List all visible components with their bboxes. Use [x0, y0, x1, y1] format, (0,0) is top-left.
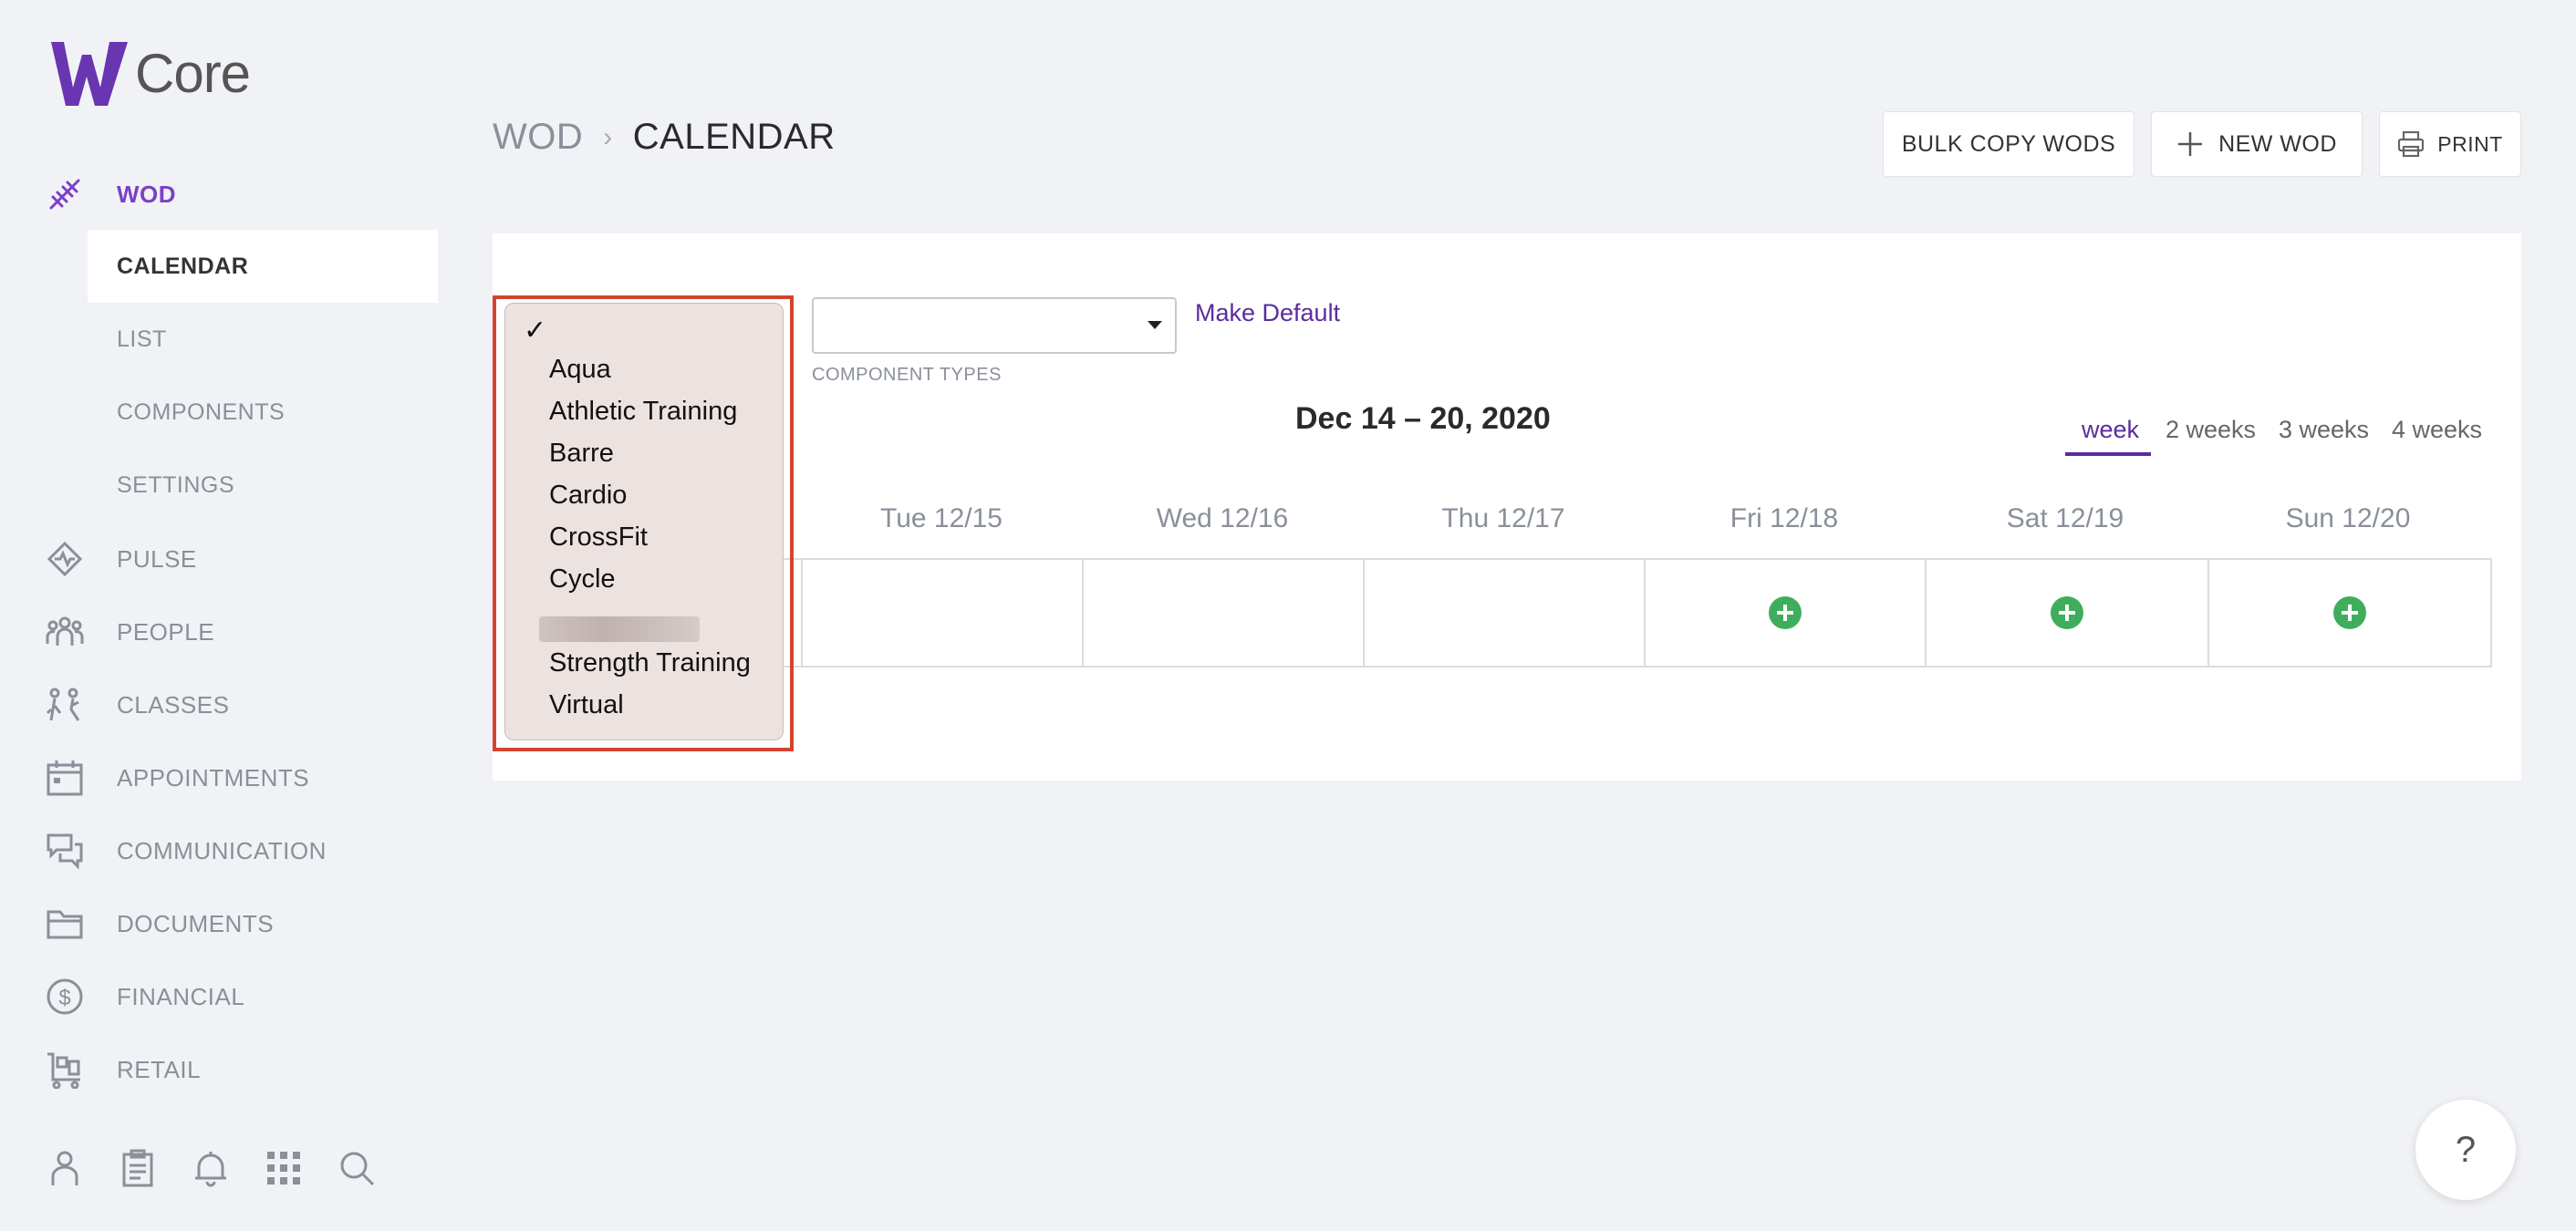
program-dropdown-menu[interactable]: ✓ Aqua Athletic Training Barre Cardio Cr… [504, 303, 784, 740]
sidebar-item-classes[interactable]: CLASSES [46, 682, 229, 728]
pulse-icon [46, 540, 84, 578]
add-wod-icon[interactable] [1769, 596, 1802, 629]
apps-grid-icon[interactable] [265, 1149, 303, 1187]
component-types-select[interactable] [812, 297, 1177, 354]
sidebar-item-financial[interactable]: $ FINANCIAL [46, 974, 244, 1019]
sidebar-item-label: COMMUNICATION [117, 836, 327, 864]
sidebar: Core WOD CALENDAR LIST COMPONENTS SETTIN… [0, 0, 456, 1231]
logo-text: Core [135, 42, 251, 104]
search-icon[interactable] [338, 1149, 376, 1187]
range-tab-2-weeks[interactable]: 2 weeks [2166, 416, 2256, 444]
profile-icon[interactable] [46, 1149, 84, 1187]
sidebar-sub-components[interactable]: COMPONENTS [88, 376, 438, 449]
day-cell-tue[interactable] [801, 558, 1084, 667]
date-range-title: Dec 14 – 20, 2020 [1295, 401, 1551, 436]
people-icon [46, 613, 84, 651]
folder-icon [46, 905, 84, 943]
sidebar-item-label: FINANCIAL [117, 982, 245, 1010]
sidebar-footer [46, 1149, 376, 1187]
component-types-label: COMPONENT TYPES [812, 365, 1002, 385]
sidebar-item-label: CLASSES [117, 690, 230, 719]
day-header: Sun 12/20 [2285, 503, 2411, 533]
checkmark-icon: ✓ [524, 316, 547, 346]
sidebar-sub-list[interactable]: LIST [88, 303, 438, 376]
new-wod-label: NEW WOD [2218, 130, 2337, 157]
sidebar-item-appointments[interactable]: APPOINTMENTS [46, 755, 309, 801]
caret-down-icon [1148, 321, 1162, 329]
clipboard-icon[interactable] [119, 1149, 157, 1187]
day-cell-wed[interactable] [1082, 558, 1365, 667]
logo-mark-icon [51, 42, 128, 106]
range-tab-week[interactable]: week [2082, 416, 2139, 444]
day-header: Fri 12/18 [1729, 503, 1839, 533]
range-tab-4-weeks[interactable]: 4 weeks [2392, 416, 2482, 444]
dollar-icon: $ [46, 978, 84, 1016]
sidebar-item-pulse[interactable]: PULSE [46, 536, 196, 582]
sidebar-sub-label: LIST [117, 326, 167, 352]
sidebar-sub-label: CALENDAR [117, 253, 249, 279]
dropdown-option[interactable]: Strength Training [549, 648, 751, 678]
bell-icon[interactable] [192, 1149, 230, 1187]
day-cell-sun[interactable] [2207, 558, 2492, 667]
day-cell-thu[interactable] [1363, 558, 1646, 667]
day-header: Thu 12/17 [1441, 503, 1565, 533]
sidebar-item-label: DOCUMENTS [117, 909, 275, 937]
sidebar-item-wod[interactable]: WOD [46, 171, 176, 217]
sidebar-item-documents[interactable]: DOCUMENTS [46, 901, 274, 947]
sidebar-item-communication[interactable]: COMMUNICATION [46, 828, 326, 874]
add-wod-icon[interactable] [2051, 596, 2083, 629]
sidebar-sub-label: SETTINGS [117, 471, 235, 498]
sidebar-item-retail[interactable]: RETAIL [46, 1047, 201, 1092]
sidebar-item-label: PEOPLE [117, 617, 215, 646]
app-logo[interactable]: Core [49, 36, 251, 109]
bulk-copy-wods-button[interactable]: BULK COPY WODS [1883, 111, 2135, 177]
sidebar-item-label: RETAIL [117, 1055, 202, 1083]
redacted-option[interactable] [539, 616, 700, 642]
new-wod-button[interactable]: NEW WOD [2151, 111, 2363, 177]
sidebar-sub-settings[interactable]: SETTINGS [88, 449, 438, 522]
chat-icon [46, 832, 84, 870]
help-button[interactable]: ? [2415, 1100, 2516, 1200]
day-cell-fri[interactable] [1644, 558, 1927, 667]
day-cell-sat[interactable] [1925, 558, 2209, 667]
classes-icon [46, 686, 84, 724]
sidebar-item-label: PULSE [117, 544, 197, 573]
cart-icon [46, 1050, 84, 1089]
barbell-icon [46, 175, 84, 213]
svg-text:$: $ [58, 986, 70, 1010]
sidebar-item-label: WOD [117, 180, 177, 208]
active-range-indicator [2065, 452, 2151, 456]
dropdown-option[interactable]: Cardio [549, 481, 627, 511]
day-header: Tue 12/15 [880, 503, 1002, 533]
make-default-link[interactable]: Make Default [1195, 299, 1340, 327]
dropdown-option[interactable]: Aqua [549, 355, 611, 385]
day-header: Sat 12/19 [2006, 503, 2124, 533]
sidebar-sub-calendar[interactable]: CALENDAR [88, 230, 438, 303]
sidebar-sub-label: COMPONENTS [117, 398, 286, 425]
dropdown-option[interactable]: Virtual [549, 690, 624, 720]
range-tab-3-weeks[interactable]: 3 weeks [2279, 416, 2369, 444]
sidebar-item-people[interactable]: PEOPLE [46, 609, 214, 655]
bulk-copy-label: BULK COPY WODS [1901, 130, 2116, 157]
breadcrumb-root[interactable]: WOD [493, 117, 583, 158]
page-title: CALENDAR [632, 117, 836, 157]
printer-icon [2397, 130, 2425, 158]
dropdown-option[interactable]: Cycle [549, 564, 616, 595]
add-wod-icon[interactable] [2333, 596, 2366, 629]
print-button[interactable]: PRINT [2379, 111, 2521, 177]
dropdown-option[interactable]: Barre [549, 439, 614, 469]
calendar-icon [46, 759, 84, 797]
print-label: PRINT [2437, 131, 2503, 156]
breadcrumb: WOD › CALENDAR [493, 117, 836, 158]
help-label: ? [2455, 1129, 2477, 1170]
sidebar-item-label: APPOINTMENTS [117, 763, 310, 791]
dropdown-option[interactable]: Athletic Training [549, 397, 737, 427]
breadcrumb-separator: › [603, 121, 613, 152]
dropdown-option[interactable]: CrossFit [549, 522, 648, 553]
day-header: Wed 12/16 [1156, 503, 1289, 533]
plus-icon [2176, 130, 2204, 158]
